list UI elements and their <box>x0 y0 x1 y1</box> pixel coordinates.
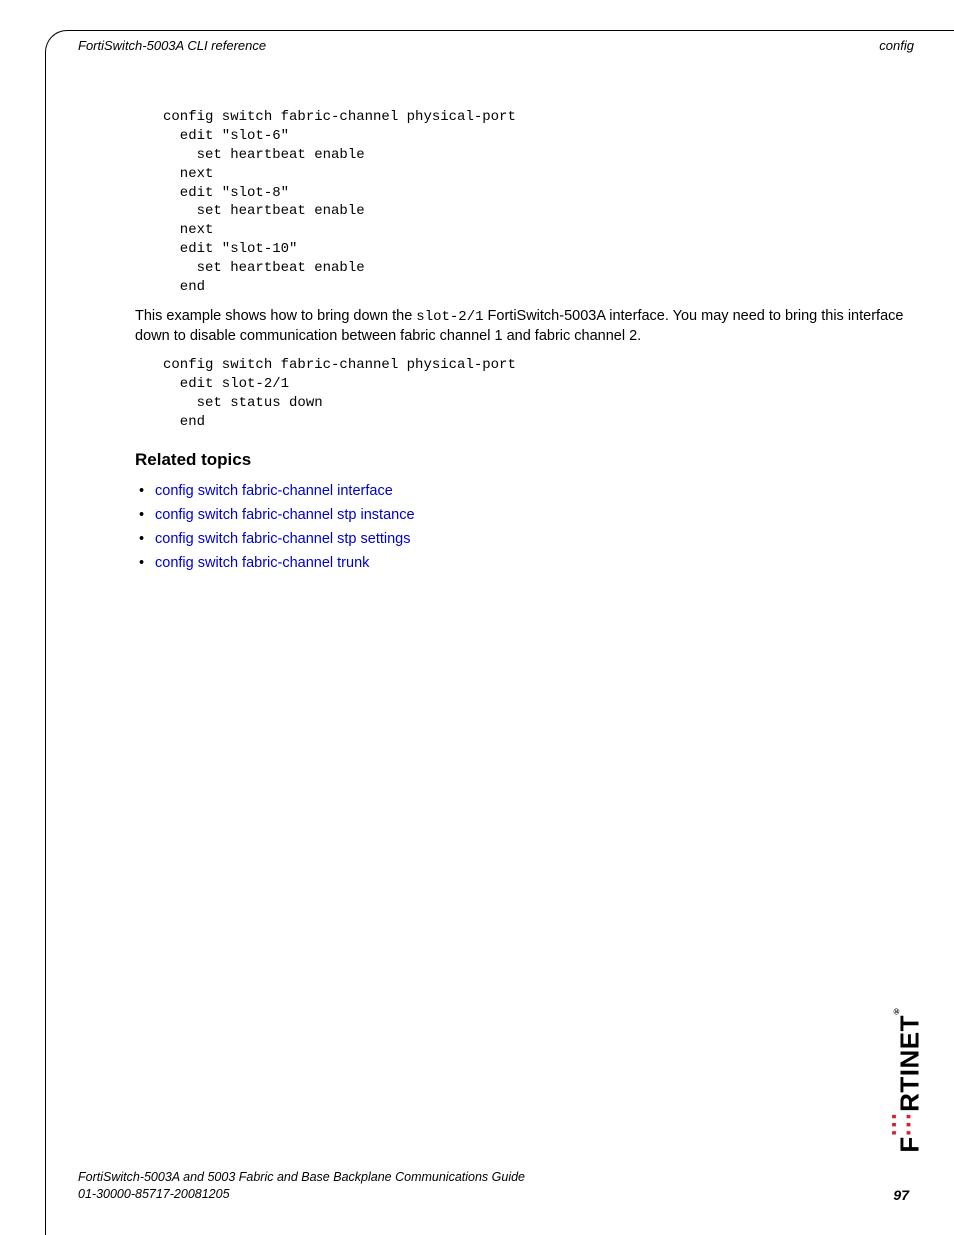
link-fabric-channel-trunk[interactable]: config switch fabric-channel trunk <box>155 555 369 571</box>
list-item: config switch fabric-channel interface <box>155 480 909 504</box>
footer-docid: 01-30000-85717-20081205 <box>78 1186 525 1203</box>
link-fabric-channel-stp-settings[interactable]: config switch fabric-channel stp setting… <box>155 531 411 547</box>
registered-mark: ® <box>893 1007 899 1015</box>
logo-pre: F <box>894 1137 924 1153</box>
header-left: FortiSwitch-5003A CLI reference <box>78 38 266 53</box>
related-topics-list: config switch fabric-channel interface c… <box>135 480 909 576</box>
related-topics-heading: Related topics <box>135 450 909 470</box>
page-number: 97 <box>893 1187 909 1203</box>
code-block-2: config switch fabric-channel physical-po… <box>163 356 909 432</box>
header-right: config <box>879 38 914 53</box>
paragraph-1-code: slot-2/1 <box>416 309 483 325</box>
list-item: config switch fabric-channel stp setting… <box>155 528 909 552</box>
footer-title: FortiSwitch-5003A and 5003 Fabric and Ba… <box>78 1169 525 1186</box>
page-header: FortiSwitch-5003A CLI reference config <box>78 38 914 53</box>
paragraph-1: This example shows how to bring down the… <box>135 307 909 346</box>
page-content: config switch fabric-channel physical-po… <box>135 108 909 576</box>
logo-post: RTINET <box>894 1015 924 1112</box>
footer-left: FortiSwitch-5003A and 5003 Fabric and Ba… <box>78 1169 525 1203</box>
list-item: config switch fabric-channel trunk <box>155 552 909 576</box>
code-block-1: config switch fabric-channel physical-po… <box>163 108 909 297</box>
list-item: config switch fabric-channel stp instanc… <box>155 504 909 528</box>
page-footer: FortiSwitch-5003A and 5003 Fabric and Ba… <box>78 1169 909 1203</box>
fortinet-logo: F⁚⁚⁚RTINET® <box>893 1007 922 1153</box>
link-fabric-channel-stp-instance[interactable]: config switch fabric-channel stp instanc… <box>155 507 415 523</box>
logo-accent-icon: ⁚⁚⁚ <box>893 1112 912 1136</box>
link-fabric-channel-interface[interactable]: config switch fabric-channel interface <box>155 483 393 499</box>
paragraph-1-pre: This example shows how to bring down the <box>135 308 416 324</box>
